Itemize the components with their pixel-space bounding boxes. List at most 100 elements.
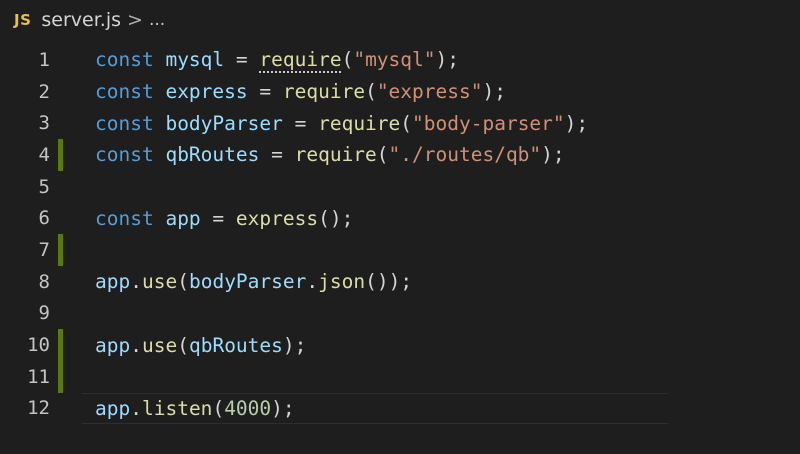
code-token: .: [306, 270, 319, 294]
code-token: qbRoutes: [188, 333, 283, 357]
code-line[interactable]: 2 const express = require("express");: [0, 76, 800, 108]
code-token: const: [95, 143, 154, 167]
code-token: ());: [365, 270, 413, 294]
code-line[interactable]: 6 const app = express();: [0, 202, 800, 234]
code-line[interactable]: 3 const bodyParser = require("body-parser…: [0, 107, 800, 139]
code-line[interactable]: 9: [0, 298, 800, 330]
gutter-added-indicator[interactable]: [58, 360, 63, 393]
code-token: (: [177, 333, 189, 357]
code-token: app: [95, 270, 131, 294]
code-token: app: [165, 206, 201, 230]
gutter-added-indicator[interactable]: [58, 234, 63, 266]
code-token: express: [235, 206, 319, 230]
line-number: 2: [38, 80, 50, 103]
code-token: =: [282, 111, 319, 135]
code-line[interactable]: 7: [0, 234, 800, 266]
code-token: use: [141, 270, 178, 294]
code-token: use: [141, 333, 178, 357]
code-token: .: [130, 333, 142, 357]
code-token: );: [541, 143, 565, 167]
code-token: );: [482, 80, 506, 104]
code-token: listen: [141, 396, 213, 420]
code-line[interactable]: 5: [0, 171, 800, 203]
code-token: mysql: [165, 48, 225, 72]
code-token: const: [95, 206, 154, 230]
code-token: );: [564, 111, 589, 135]
code-text[interactable]: app.listen(4000);: [95, 397, 295, 420]
code-token: =: [224, 48, 260, 72]
code-token: require: [318, 111, 401, 135]
code-line[interactable]: 4 const qbRoutes = require("./routes/qb")…: [0, 139, 800, 171]
line-number: 6: [38, 207, 50, 230]
code-line[interactable]: 12 app.listen(4000);: [0, 392, 800, 425]
code-line[interactable]: 10 app.use(qbRoutes);: [0, 329, 800, 361]
code-token: app: [95, 396, 131, 420]
code-token: (: [376, 143, 389, 167]
code-token: require: [259, 48, 342, 72]
code-line[interactable]: 1 const mysql = require("mysql");: [0, 44, 800, 76]
code-token: bodyParser: [188, 270, 307, 294]
breadcrumb: JS server.js > ...: [0, 0, 800, 40]
code-token: (: [365, 80, 377, 104]
line-number: 10: [27, 334, 50, 357]
line-number: 4: [38, 143, 50, 166]
code-token: require: [294, 143, 377, 167]
code-text[interactable]: const mysql = require("mysql");: [95, 48, 459, 71]
code-token: require: [282, 80, 366, 104]
code-token: =: [200, 206, 236, 230]
code-token: );: [271, 396, 295, 420]
gutter-added-indicator[interactable]: [58, 139, 63, 171]
line-number: 11: [27, 365, 50, 388]
code-token: const: [95, 48, 154, 72]
javascript-file-icon: JS: [14, 11, 32, 29]
code-text[interactable]: const bodyParser = require("body-parser"…: [95, 112, 588, 135]
code-token: "express": [376, 80, 483, 104]
line-number: 8: [38, 270, 50, 293]
code-text[interactable]: app.use(bodyParser.json());: [95, 270, 412, 293]
code-token: );: [435, 48, 459, 72]
code-token: "body-parser": [412, 111, 565, 135]
code-line[interactable]: 8 app.use(bodyParser.json());: [0, 266, 800, 298]
code-token: const: [95, 111, 154, 135]
code-token: );: [282, 333, 307, 357]
line-number: 1: [38, 48, 50, 71]
code-token: bodyParser: [165, 111, 283, 135]
code-token: const: [95, 80, 154, 104]
line-number: 5: [38, 175, 50, 198]
breadcrumb-file-name[interactable]: server.js: [41, 9, 121, 31]
code-line[interactable]: 11: [0, 360, 800, 393]
breadcrumb-more-symbols[interactable]: ...: [149, 10, 165, 30]
code-token: (: [212, 396, 225, 420]
code-token: .: [130, 396, 142, 420]
code-token: (: [400, 111, 413, 135]
code-token: 4000: [224, 396, 272, 420]
code-editor[interactable]: 1 const mysql = require("mysql"); 2 const e…: [0, 44, 800, 454]
chevron-right-icon: >: [127, 9, 143, 31]
code-token: .: [130, 270, 142, 294]
code-text[interactable]: const qbRoutes = require("./routes/qb");: [95, 143, 565, 166]
code-token: (: [341, 48, 354, 72]
code-token: express: [165, 80, 248, 104]
code-text[interactable]: const express = require("express");: [95, 80, 506, 103]
line-number: 3: [38, 112, 50, 135]
code-token: app: [95, 333, 131, 357]
code-token: ();: [318, 206, 354, 230]
line-number: 12: [27, 397, 50, 420]
line-number: 9: [38, 302, 50, 325]
code-token: "./routes/qb": [388, 143, 542, 167]
code-token: =: [259, 143, 295, 167]
code-token: =: [247, 80, 283, 104]
code-text[interactable]: app.use(qbRoutes);: [95, 334, 306, 357]
code-token: qbRoutes: [165, 143, 260, 167]
line-number: 7: [38, 238, 50, 261]
code-token: json: [318, 270, 366, 294]
code-text[interactable]: const app = express();: [95, 207, 353, 230]
code-token: (: [177, 270, 189, 294]
code-token: "mysql": [353, 48, 436, 72]
gutter-added-indicator[interactable]: [58, 329, 63, 361]
